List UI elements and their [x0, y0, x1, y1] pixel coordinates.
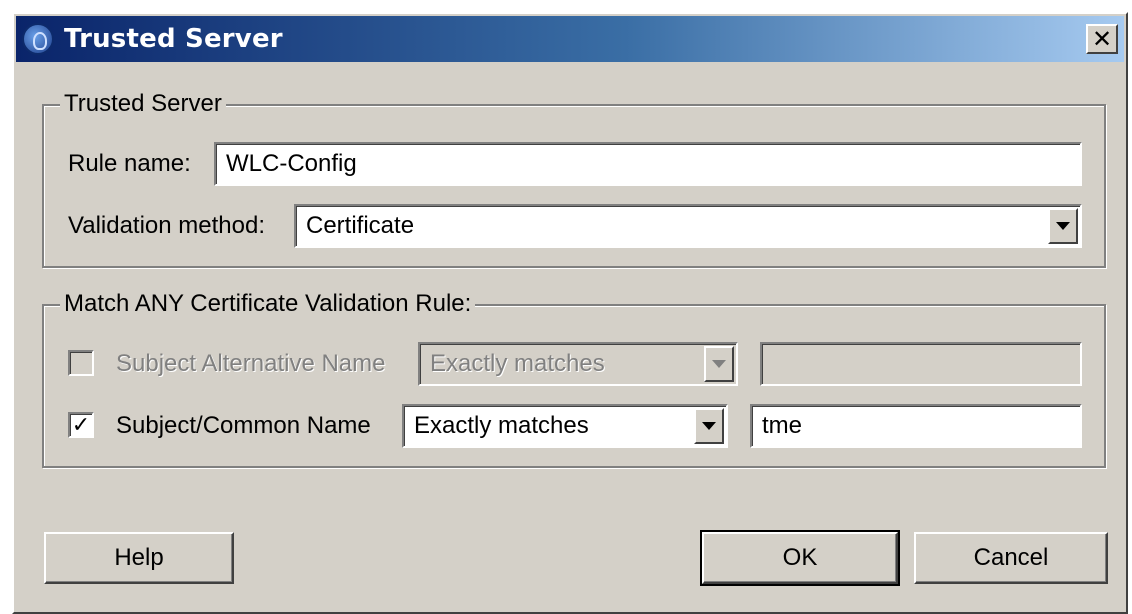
subject-alt-name-match-select[interactable]: Exactly matches	[418, 342, 738, 386]
subject-alt-name-value-input[interactable]	[760, 342, 1082, 386]
window-title: Trusted Server	[64, 24, 283, 54]
cancel-button[interactable]: Cancel	[914, 532, 1108, 584]
help-button[interactable]: Help	[44, 532, 234, 584]
rule-name-input[interactable]: WLC-Config	[214, 142, 1082, 186]
rule-name-label: Rule name:	[68, 150, 191, 177]
chevron-down-icon[interactable]	[1048, 208, 1078, 244]
match-rule-group: Match ANY Certificate Validation Rule: S…	[42, 290, 1106, 468]
close-icon: ✕	[1091, 25, 1113, 53]
subject-alt-name-checkbox[interactable]	[68, 350, 94, 376]
validation-method-value: Certificate	[306, 212, 415, 239]
subject-common-name-match-select[interactable]: Exactly matches	[402, 404, 728, 448]
subject-alt-name-match-value: Exactly matches	[430, 350, 605, 377]
cancel-button-label: Cancel	[973, 544, 1049, 571]
subject-common-name-match-value: Exactly matches	[414, 412, 589, 439]
ok-button[interactable]: OK	[700, 530, 900, 586]
globe-icon	[22, 23, 54, 55]
subject-common-name-label: Subject/Common Name	[116, 412, 371, 439]
chevron-down-icon[interactable]	[694, 408, 724, 444]
subject-alt-name-label: Subject Alternative Name	[116, 350, 386, 377]
close-button[interactable]: ✕	[1086, 24, 1118, 54]
trusted-server-group: Trusted Server Rule name: WLC-Config Val…	[42, 90, 1106, 268]
trusted-server-legend: Trusted Server	[60, 90, 226, 118]
rule-name-value: WLC-Config	[226, 150, 357, 177]
match-rule-legend: Match ANY Certificate Validation Rule:	[60, 290, 476, 318]
validation-method-label: Validation method:	[68, 212, 266, 239]
subject-common-name-value: tme	[762, 412, 803, 439]
chevron-down-icon[interactable]	[704, 346, 734, 382]
validation-method-select[interactable]: Certificate	[294, 204, 1082, 248]
check-icon: ✓	[71, 412, 91, 437]
ok-button-label: OK	[782, 544, 818, 571]
help-button-label: Help	[114, 544, 164, 571]
trusted-server-dialog: Trusted Server ✕ Trusted Server Rule nam…	[12, 12, 1128, 614]
subject-common-name-checkbox[interactable]: ✓	[68, 412, 94, 438]
title-bar[interactable]: Trusted Server ✕	[16, 16, 1124, 62]
subject-common-name-value-input[interactable]: tme	[750, 404, 1082, 448]
